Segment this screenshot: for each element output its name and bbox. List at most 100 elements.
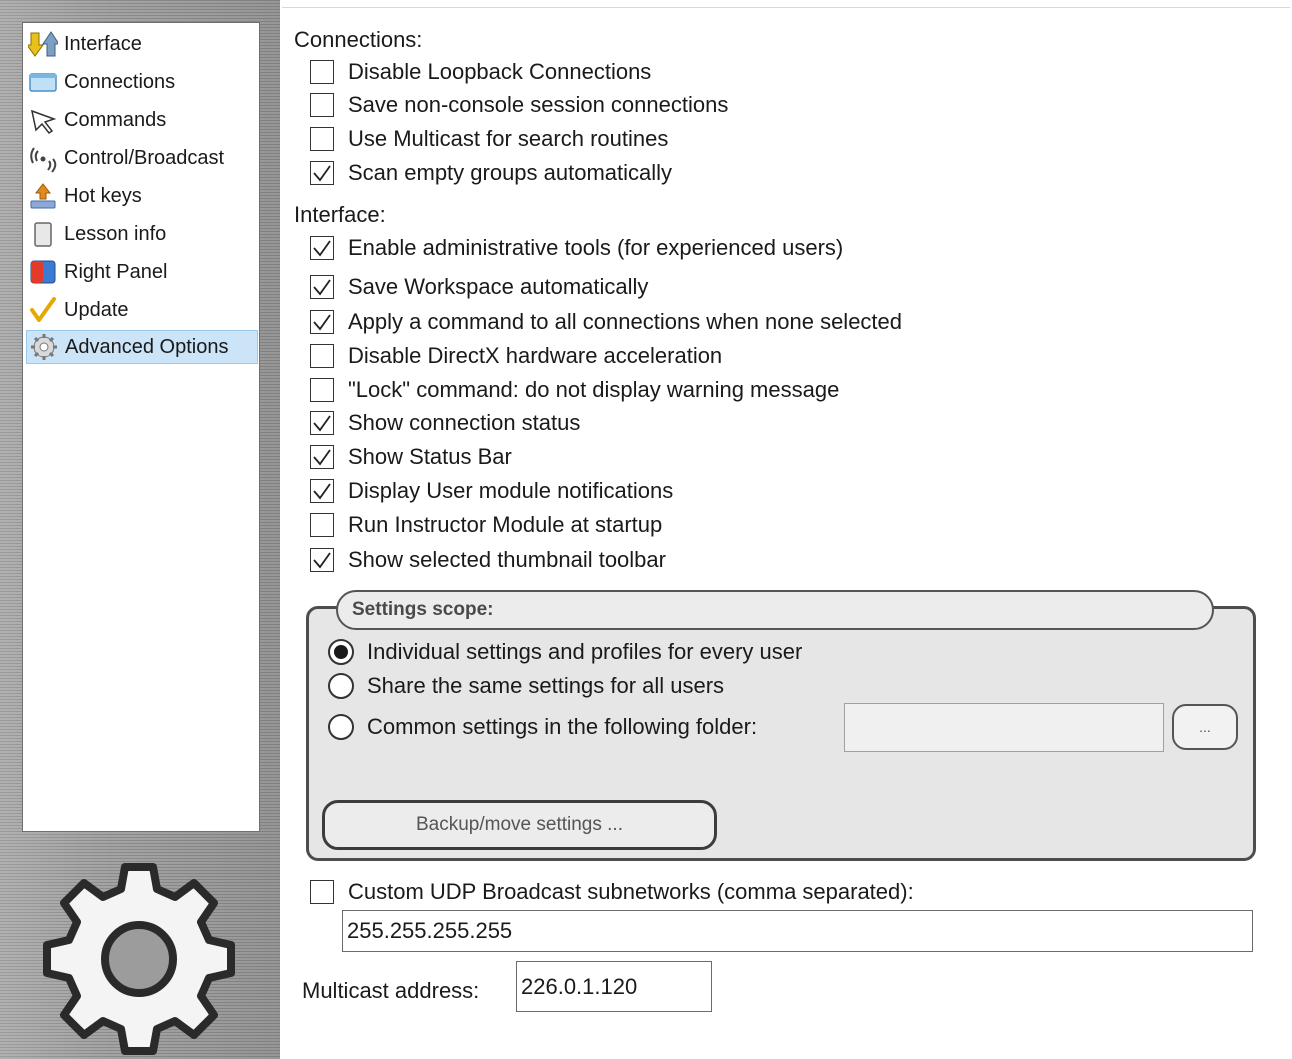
sidebar-item-label: Interface: [64, 32, 142, 55]
backup-move-settings-button[interactable]: Backup/move settings ...: [322, 800, 717, 850]
sidebar-item-hot-keys[interactable]: Hot keys: [26, 179, 258, 213]
checkbox-box[interactable]: [310, 479, 334, 503]
interface-section-title: Interface:: [294, 202, 386, 227]
checkbox-box[interactable]: [310, 548, 334, 572]
checkbox-box[interactable]: [310, 378, 334, 402]
checkbox-label: Scan empty groups automatically: [348, 160, 673, 185]
apply-command-all-checkbox[interactable]: Apply a command to all connections when …: [310, 307, 902, 337]
right-panel-icon: [28, 257, 58, 287]
interface-arrows-icon: [28, 29, 58, 59]
disable-directx-checkbox[interactable]: Disable DirectX hardware acceleration: [310, 341, 722, 371]
lock-warning-checkbox[interactable]: "Lock" command: do not display warning m…: [310, 375, 839, 405]
sidebar-item-label: Control/Broadcast: [64, 146, 225, 169]
radio-label: Individual settings and profiles for eve…: [367, 639, 803, 664]
user-module-notifications-checkbox[interactable]: Display User module notifications: [310, 476, 673, 506]
checkbox-box[interactable]: [310, 445, 334, 469]
use-multicast-checkbox[interactable]: Use Multicast for search routines: [310, 124, 668, 154]
checkbox-label: Show Status Bar: [348, 444, 512, 469]
sidebar-item-label: Update: [64, 298, 129, 321]
radio-circle[interactable]: [328, 714, 354, 740]
checkmark-icon: [313, 279, 331, 296]
checkmark-icon: [313, 483, 331, 500]
share-settings-radio[interactable]: Share the same settings for all users: [328, 670, 724, 702]
checkmark-icon: [313, 449, 331, 466]
run-instructor-startup-checkbox[interactable]: Run Instructor Module at startup: [310, 510, 662, 540]
checkbox-box[interactable]: [310, 411, 334, 435]
sidebar-item-right-panel[interactable]: Right Panel: [26, 255, 258, 289]
checkmark-icon: [28, 295, 58, 325]
multicast-address-label: Multicast address:: [302, 978, 480, 1003]
checkbox-label: Show selected thumbnail toolbar: [348, 547, 666, 572]
save-non-console-checkbox[interactable]: Save non-console session connections: [310, 90, 728, 120]
show-status-bar-checkbox[interactable]: Show Status Bar: [310, 442, 512, 472]
left-panel: Interface Connections Commands Control/B…: [0, 0, 280, 1059]
checkbox-box[interactable]: [310, 93, 334, 117]
broadcast-signal-icon: [28, 143, 58, 173]
checkbox-label: Custom UDP Broadcast subnetworks (comma …: [348, 879, 914, 904]
sidebar-item-commands[interactable]: Commands: [26, 103, 258, 137]
save-workspace-checkbox[interactable]: Save Workspace automatically: [310, 272, 648, 302]
checkbox-label: Use Multicast for search routines: [348, 126, 669, 151]
browse-folder-button[interactable]: ...: [1172, 704, 1238, 750]
cursor-arrow-icon: [28, 105, 58, 135]
scan-empty-groups-checkbox[interactable]: Scan empty groups automatically: [310, 158, 672, 188]
checkbox-label: Apply a command to all connections when …: [348, 309, 903, 334]
checkbox-box[interactable]: [310, 275, 334, 299]
checkbox-box[interactable]: [310, 880, 334, 904]
gear-icon: [43, 863, 235, 1055]
sidebar-item-label: Lesson info: [64, 222, 167, 245]
sidebar-item-update[interactable]: Update: [26, 293, 258, 327]
common-folder-radio[interactable]: Common settings in the following folder:: [328, 711, 757, 743]
settings-scope-title: Settings scope:: [336, 590, 1214, 630]
options-category-list: Interface Connections Commands Control/B…: [22, 22, 260, 832]
checkbox-label: Enable administrative tools (for experie…: [348, 235, 844, 260]
custom-udp-broadcast-checkbox[interactable]: Custom UDP Broadcast subnetworks (comma …: [310, 877, 914, 907]
common-folder-path-input[interactable]: [844, 703, 1164, 752]
checkmark-icon: [313, 165, 331, 182]
radio-circle[interactable]: [328, 639, 354, 665]
checkbox-box[interactable]: [310, 310, 334, 334]
connections-window-icon: [28, 67, 58, 97]
lesson-page-icon: [28, 219, 58, 249]
sidebar-item-label: Connections: [64, 70, 176, 93]
udp-subnetworks-input[interactable]: 255.255.255.255: [342, 910, 1253, 952]
sidebar-item-label: Commands: [64, 108, 167, 131]
checkmark-icon: [313, 314, 331, 331]
checkbox-label: Display User module notifications: [348, 478, 674, 503]
checkmark-icon: [313, 240, 331, 257]
radio-label: Share the same settings for all users: [367, 673, 725, 698]
radio-label: Common settings in the following folder:: [367, 714, 758, 739]
advanced-options-page: Connections: Disable Loopback Connection…: [280, 0, 1292, 1059]
sidebar-item-control-broadcast[interactable]: Control/Broadcast: [26, 141, 258, 175]
checkbox-label: Run Instructor Module at startup: [348, 512, 663, 537]
thumbnail-toolbar-checkbox[interactable]: Show selected thumbnail toolbar: [310, 545, 666, 575]
checkbox-label: "Lock" command: do not display warning m…: [348, 377, 840, 402]
radio-dot: [334, 645, 348, 659]
sidebar-item-lesson-info[interactable]: Lesson info: [26, 217, 258, 251]
sidebar-item-advanced-options[interactable]: Advanced Options: [26, 330, 258, 364]
connections-section-title: Connections:: [294, 27, 423, 52]
checkbox-label: Save Workspace automatically: [348, 274, 649, 299]
checkbox-box[interactable]: [310, 60, 334, 84]
hotkeys-icon: [28, 181, 58, 211]
checkbox-box[interactable]: [310, 236, 334, 260]
checkbox-label: Disable DirectX hardware acceleration: [348, 343, 723, 368]
radio-circle[interactable]: [328, 673, 354, 699]
checkbox-label: Show connection status: [348, 410, 581, 435]
multicast-address-input[interactable]: 226.0.1.120: [516, 961, 712, 1012]
sidebar-item-connections[interactable]: Connections: [26, 65, 258, 99]
disable-loopback-checkbox[interactable]: Disable Loopback Connections: [310, 57, 651, 87]
checkbox-label: Save non-console session connections: [348, 92, 729, 117]
sidebar-item-label: Right Panel: [64, 260, 168, 283]
sidebar-item-label: Hot keys: [64, 184, 142, 207]
checkbox-box[interactable]: [310, 513, 334, 537]
checkbox-box[interactable]: [310, 161, 334, 185]
checkbox-label: Disable Loopback Connections: [348, 59, 652, 84]
checkbox-box[interactable]: [310, 127, 334, 151]
show-connection-status-checkbox[interactable]: Show connection status: [310, 408, 580, 438]
sidebar-item-interface[interactable]: Interface: [26, 27, 258, 61]
enable-admin-tools-checkbox[interactable]: Enable administrative tools (for experie…: [310, 233, 843, 263]
checkbox-box[interactable]: [310, 344, 334, 368]
individual-settings-radio[interactable]: Individual settings and profiles for eve…: [328, 636, 802, 668]
gear-icon: [29, 332, 59, 362]
